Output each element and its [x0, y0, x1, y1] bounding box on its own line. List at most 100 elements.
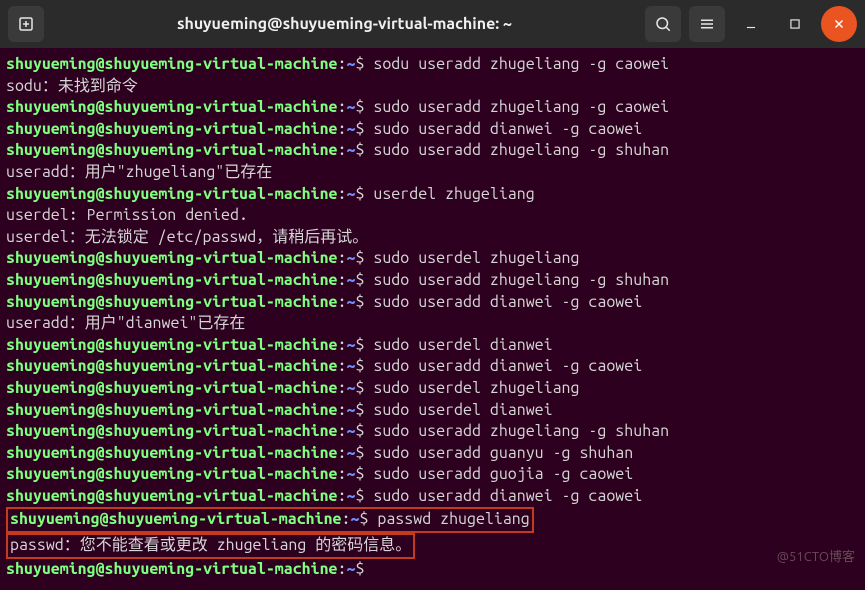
prompt-symbol: $ [355, 249, 373, 267]
prompt-user-host: shuyueming@shuyueming-virtual-machine [6, 487, 338, 505]
maximize-icon [788, 17, 802, 31]
command-text: userdel zhugeliang [373, 185, 534, 203]
prompt-user-host: shuyueming@shuyueming-virtual-machine [6, 120, 338, 138]
terminal-line: sodu：未找到命令 [6, 76, 859, 98]
prompt-symbol: $ [355, 487, 373, 505]
prompt-symbol: $ [355, 336, 373, 354]
window-titlebar: shuyueming@shuyueming-virtual-machine: ~ [0, 0, 865, 48]
output-text: useradd：用户"zhugeliang"已存在 [6, 163, 272, 181]
prompt-user-host: shuyueming@shuyueming-virtual-machine [6, 249, 338, 267]
command-text: sudo userdel dianwei [373, 336, 552, 354]
terminal-line: shuyueming@shuyueming-virtual-machine:~$… [6, 464, 859, 486]
command-text: sudo useradd zhugeliang -g shuhan [373, 141, 669, 159]
prompt-user-host: shuyueming@shuyueming-virtual-machine [6, 465, 338, 483]
prompt-colon: : [338, 357, 347, 375]
prompt-user-host: shuyueming@shuyueming-virtual-machine [6, 55, 338, 73]
hamburger-icon [698, 15, 716, 33]
prompt-symbol: $ [355, 120, 373, 138]
terminal-line: shuyueming@shuyueming-virtual-machine:~$… [6, 356, 859, 378]
command-text: sodu useradd zhugeliang -g caowei [373, 55, 669, 73]
window-title: shuyueming@shuyueming-virtual-machine: ~ [52, 15, 637, 33]
prompt-symbol: $ [355, 293, 373, 311]
prompt-colon: : [338, 293, 347, 311]
terminal-line: useradd：用户"zhugeliang"已存在 [6, 162, 859, 184]
highlighted-command: shuyueming@shuyueming-virtual-machine:~$… [6, 507, 534, 533]
prompt-user-host: shuyueming@shuyueming-virtual-machine [6, 444, 338, 462]
prompt-colon: : [338, 487, 347, 505]
command-text: sudo useradd dianwei -g caowei [373, 357, 642, 375]
terminal-line: shuyueming@shuyueming-virtual-machine:~$… [6, 507, 859, 533]
command-text: sudo useradd zhugeliang -g shuhan [373, 422, 669, 440]
prompt-symbol: $ [355, 185, 373, 203]
prompt-colon: : [338, 465, 347, 483]
prompt-symbol: $ [355, 465, 373, 483]
prompt-symbol: $ [355, 379, 373, 397]
search-icon [654, 15, 672, 33]
command-text: sudo useradd dianwei -g caowei [373, 293, 642, 311]
prompt-symbol: $ [355, 444, 373, 462]
terminal-line: shuyueming@shuyueming-virtual-machine:~$… [6, 292, 859, 314]
prompt-colon: : [338, 336, 347, 354]
search-button[interactable] [645, 6, 681, 42]
terminal-line: shuyueming@shuyueming-virtual-machine:~$… [6, 140, 859, 162]
menu-button[interactable] [689, 6, 725, 42]
terminal-line: shuyueming@shuyueming-virtual-machine:~$… [6, 248, 859, 270]
terminal-line: shuyueming@shuyueming-virtual-machine:~$… [6, 486, 859, 508]
terminal-line: userdel: Permission denied. [6, 205, 859, 227]
maximize-button[interactable] [777, 6, 813, 42]
output-text: userdel: Permission denied. [6, 206, 248, 224]
watermark: @51CTO博客 [777, 546, 855, 565]
command-text: passwd zhugeliang [377, 510, 529, 528]
prompt-colon: : [338, 120, 347, 138]
prompt-colon: : [338, 444, 347, 462]
new-tab-button[interactable] [8, 6, 44, 42]
prompt-symbol: $ [355, 422, 373, 440]
prompt-colon: : [338, 379, 347, 397]
command-text: sudo userdel dianwei [373, 401, 552, 419]
command-text: sudo useradd zhugeliang -g shuhan [373, 271, 669, 289]
prompt-colon: : [338, 141, 347, 159]
terminal-line: shuyueming@shuyueming-virtual-machine:~$… [6, 400, 859, 422]
terminal-line: shuyueming@shuyueming-virtual-machine:~$… [6, 54, 859, 76]
terminal-line: shuyueming@shuyueming-virtual-machine:~$… [6, 421, 859, 443]
terminal-line: shuyueming@shuyueming-virtual-machine:~$… [6, 443, 859, 465]
output-text: useradd：用户"dianwei"已存在 [6, 314, 245, 332]
prompt-symbol: $ [355, 560, 373, 578]
prompt-colon: : [342, 510, 351, 528]
prompt-user-host: shuyueming@shuyueming-virtual-machine [6, 357, 338, 375]
prompt-colon: : [338, 422, 347, 440]
prompt-user-host: shuyueming@shuyueming-virtual-machine [6, 185, 338, 203]
terminal-body[interactable]: shuyueming@shuyueming-virtual-machine:~$… [0, 48, 865, 590]
terminal-line: shuyueming@shuyueming-virtual-machine:~$… [6, 378, 859, 400]
prompt-colon: : [338, 249, 347, 267]
prompt-user-host: shuyueming@shuyueming-virtual-machine [6, 336, 338, 354]
prompt-user-host: shuyueming@shuyueming-virtual-machine [6, 141, 338, 159]
minimize-button[interactable] [733, 6, 769, 42]
prompt-colon: : [338, 185, 347, 203]
prompt-user-host: shuyueming@shuyueming-virtual-machine [6, 379, 338, 397]
terminal-line: shuyueming@shuyueming-virtual-machine:~$… [6, 270, 859, 292]
prompt-symbol: $ [359, 510, 377, 528]
prompt-symbol: $ [355, 98, 373, 116]
close-icon [832, 17, 846, 31]
prompt-user-host: shuyueming@shuyueming-virtual-machine [6, 560, 338, 578]
prompt-colon: : [338, 55, 347, 73]
close-button[interactable] [821, 6, 857, 42]
command-text: sudo useradd dianwei -g caowei [373, 487, 642, 505]
output-text: passwd：您不能查看或更改 zhugeliang 的密码信息。 [10, 536, 411, 554]
output-text: sodu：未找到命令 [6, 77, 138, 95]
prompt-colon: : [338, 560, 347, 578]
minimize-icon [744, 17, 758, 31]
terminal-line: shuyueming@shuyueming-virtual-machine:~$ [6, 559, 859, 581]
command-text: sudo useradd guanyu -g shuhan [373, 444, 633, 462]
terminal-line: userdel：无法锁定 /etc/passwd，请稍后再试。 [6, 227, 859, 249]
prompt-colon: : [338, 271, 347, 289]
command-text: sudo useradd guojia -g caowei [373, 465, 633, 483]
terminal-line: shuyueming@shuyueming-virtual-machine:~$… [6, 335, 859, 357]
terminal-line: shuyueming@shuyueming-virtual-machine:~$… [6, 119, 859, 141]
command-text: sudo userdel zhugeliang [373, 249, 579, 267]
prompt-user-host: shuyueming@shuyueming-virtual-machine [6, 422, 338, 440]
prompt-symbol: $ [355, 357, 373, 375]
terminal-line: shuyueming@shuyueming-virtual-machine:~$… [6, 184, 859, 206]
prompt-colon: : [338, 98, 347, 116]
